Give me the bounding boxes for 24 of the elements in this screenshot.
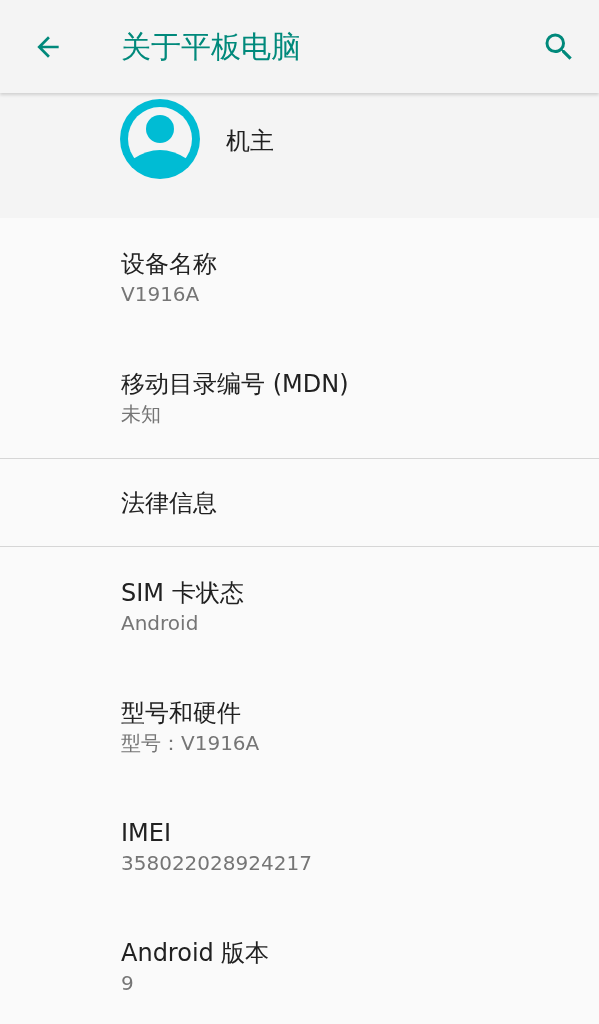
avatar-icon (120, 99, 200, 179)
item-summary: Android (121, 610, 200, 637)
settings-item[interactable]: 法律信息 (0, 459, 599, 546)
item-summary: 9 (121, 970, 135, 997)
owner-name: 机主 (226, 126, 274, 157)
settings-item[interactable]: 设备名称 V1916A (0, 218, 599, 338)
item-summary: V1916A (121, 281, 201, 308)
item-title: IMEI (121, 818, 173, 849)
item-summary: 型号：V1916A (121, 730, 261, 757)
item-summary: 未知 (121, 401, 162, 428)
item-title: 型号和硬件 (121, 698, 242, 729)
settings-item[interactable]: Android 版本 9 (0, 907, 599, 1024)
settings-item[interactable]: IMEI 358022028924217 (0, 787, 599, 907)
owner-row[interactable]: 机主 (0, 93, 599, 218)
item-title: SIM 卡状态 (121, 578, 245, 609)
item-title: 移动目录编号 (MDN) (121, 369, 350, 400)
item-title: 设备名称 (121, 249, 218, 280)
item-title: Android 版本 (121, 938, 271, 969)
item-summary: 358022028924217 (121, 850, 313, 877)
item-title: 法律信息 (121, 487, 218, 519)
settings-item[interactable]: SIM 卡状态 Android (0, 547, 599, 667)
settings-item[interactable]: 型号和硬件 型号：V1916A (0, 667, 599, 787)
settings-item[interactable]: 移动目录编号 (MDN) 未知 (0, 338, 599, 458)
screen-title: 关于平板电脑 (121, 28, 302, 66)
